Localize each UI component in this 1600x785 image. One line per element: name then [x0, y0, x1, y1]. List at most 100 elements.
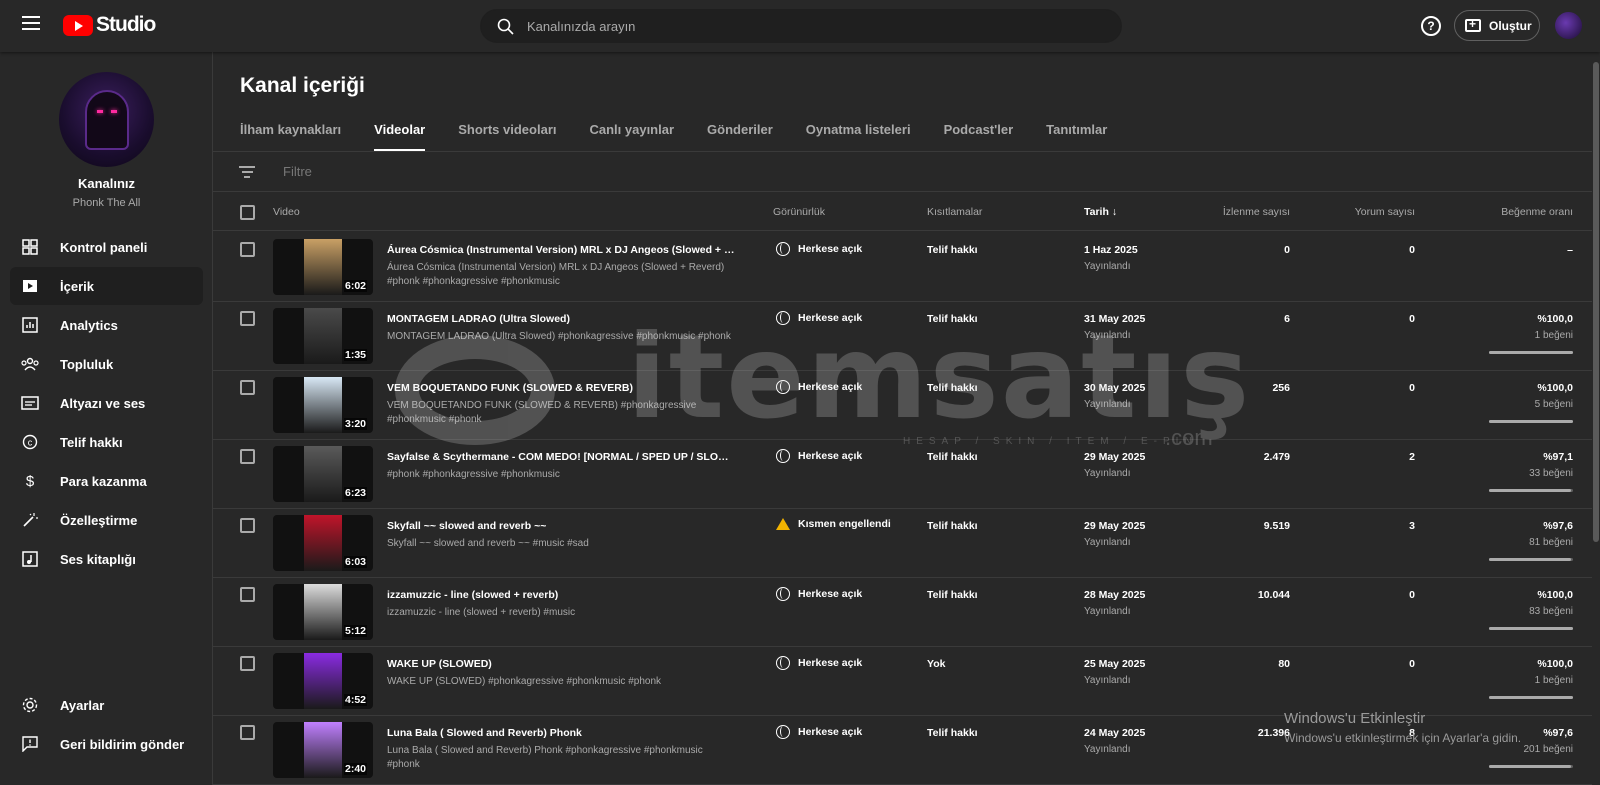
visibility-cell[interactable]: Herkese açık [776, 449, 862, 463]
account-avatar[interactable] [1555, 12, 1582, 39]
table-row[interactable]: 6:03 Skyfall ~~ slowed and reverb ~~ Skyfa… [213, 508, 1592, 578]
tab-live[interactable]: Canlı yayınlar [589, 122, 674, 152]
table-row[interactable]: 4:52 WAKE UP (SLOWED) WAKE UP (SLOWED) #ph… [213, 646, 1592, 716]
sidebar-item-label: Topluluk [60, 356, 114, 372]
likes-count: 5 beğeni [1534, 399, 1573, 410]
restriction-cell[interactable]: Telif hakkı [927, 520, 978, 532]
row-checkbox[interactable] [240, 656, 255, 671]
column-date[interactable]: Tarih ↓ [1084, 206, 1117, 218]
row-checkbox[interactable] [240, 380, 255, 395]
video-description: Áurea Cósmica (Instrumental Version) MRL… [387, 262, 725, 287]
sidebar-item-customization[interactable]: Özelleştirme [10, 501, 203, 539]
video-description: Skyfall ~~ slowed and reverb ~~ #music #… [387, 538, 589, 549]
video-title[interactable]: Skyfall ~~ slowed and reverb ~~ [387, 520, 737, 532]
video-title[interactable]: Sayfalse & Scythermane - COM MEDO! [NORM… [387, 451, 737, 463]
table-row[interactable]: 1:35 MONTAGEM LADRAO (Ultra Slowed) MONTAG… [213, 301, 1592, 371]
video-description: WAKE UP (SLOWED) #phonkagressive #phonkm… [387, 676, 662, 687]
video-thumbnail[interactable]: 1:35 [273, 308, 373, 364]
video-thumbnail[interactable]: 3:20 [273, 377, 373, 433]
restriction-cell[interactable]: Telif hakkı [927, 727, 978, 739]
filter-input[interactable] [283, 152, 459, 190]
video-title[interactable]: Luna Bala ( Slowed and Reverb) Phonk [387, 727, 737, 739]
column-like-rate[interactable]: Beğenme oranı [1463, 206, 1573, 218]
table-row[interactable]: 6:23 Sayfalse & Scythermane - COM MEDO! [… [213, 439, 1592, 509]
video-thumbnail[interactable]: 6:03 [273, 515, 373, 571]
sidebar-item-community[interactable]: Topluluk [10, 345, 203, 383]
video-thumbnail[interactable]: 4:52 [273, 653, 373, 709]
sidebar-item-monetization[interactable]: $ Para kazanma [10, 462, 203, 500]
filter-icon[interactable] [239, 166, 255, 181]
restriction-cell[interactable]: Yok [927, 658, 945, 670]
search-icon[interactable] [497, 18, 515, 36]
studio-logo[interactable]: Studio [63, 13, 156, 37]
video-thumbnail[interactable]: 6:02 [273, 239, 373, 295]
video-title[interactable]: Áurea Cósmica (Instrumental Version) MRL… [387, 244, 737, 256]
restriction-cell[interactable]: Telif hakkı [927, 313, 978, 325]
sidebar-item-audio-library[interactable]: Ses kitaplığı [10, 540, 203, 578]
visibility-cell[interactable]: Herkese açık [776, 242, 862, 256]
visibility-cell[interactable]: Kısmen engellendi [776, 518, 891, 530]
column-views[interactable]: İzlenme sayısı [1203, 206, 1290, 218]
menu-icon[interactable] [22, 16, 40, 30]
video-thumbnail[interactable]: 6:23 [273, 446, 373, 502]
video-thumbnail[interactable]: 2:40 [273, 722, 373, 778]
scrollbar[interactable] [1592, 52, 1600, 785]
content-tabs: İlham kaynakları Videolar Shorts videola… [240, 122, 1140, 152]
restriction-cell[interactable]: Telif hakkı [927, 589, 978, 601]
tab-videos[interactable]: Videolar [374, 122, 426, 152]
sidebar: Kanalınız Phonk The All Kontrol paneli İ… [0, 52, 213, 785]
visibility-cell[interactable]: Herkese açık [776, 380, 862, 394]
channel-avatar[interactable] [59, 72, 154, 167]
sidebar-item-feedback[interactable]: Geri bildirim gönder [10, 725, 203, 763]
tab-playlists[interactable]: Oynatma listeleri [806, 122, 911, 152]
video-title[interactable]: izzamuzzic - line (slowed + reverb) [387, 589, 737, 601]
video-title[interactable]: MONTAGEM LADRAO (Ultra Slowed) [387, 313, 737, 325]
sidebar-item-dashboard[interactable]: Kontrol paneli [10, 228, 203, 266]
table-row[interactable]: 5:12 izzamuzzic - line (slowed + reverb) i… [213, 577, 1592, 647]
column-video: Video [273, 206, 300, 218]
tab-inspiration[interactable]: İlham kaynakları [240, 122, 341, 152]
visibility-cell[interactable]: Herkese açık [776, 587, 862, 601]
date-cell: 29 May 2025 [1084, 451, 1146, 463]
likes-count: 1 beğeni [1534, 675, 1573, 686]
views-cell: 80 [1278, 658, 1290, 670]
restriction-cell[interactable]: Telif hakkı [927, 244, 978, 256]
column-restrictions[interactable]: Kısıtlamalar [927, 206, 982, 218]
sidebar-item-subtitles[interactable]: Altyazı ve ses [10, 384, 203, 422]
visibility-cell[interactable]: Herkese açık [776, 725, 862, 739]
globe-icon [776, 242, 790, 256]
video-title[interactable]: WAKE UP (SLOWED) [387, 658, 737, 670]
tab-promotions[interactable]: Tanıtımlar [1046, 122, 1107, 152]
search-input[interactable] [527, 10, 1087, 42]
scrollbar-thumb[interactable] [1593, 62, 1599, 542]
search-bar[interactable] [480, 9, 1122, 43]
restriction-cell[interactable]: Telif hakkı [927, 382, 978, 394]
sidebar-item-analytics[interactable]: Analytics [10, 306, 203, 344]
select-all-checkbox[interactable] [240, 205, 255, 220]
tab-shorts[interactable]: Shorts videoları [458, 122, 556, 152]
sidebar-item-content[interactable]: İçerik [10, 267, 203, 305]
visibility-cell[interactable]: Herkese açık [776, 311, 862, 325]
comments-cell: 0 [1409, 382, 1415, 394]
row-checkbox[interactable] [240, 311, 255, 326]
tab-podcasts[interactable]: Podcast'ler [944, 122, 1014, 152]
tab-posts[interactable]: Gönderiler [707, 122, 773, 152]
table-row[interactable]: 3:20 VEM BOQUETANDO FUNK (SLOWED & REVERB… [213, 370, 1592, 440]
create-button[interactable]: Oluştur [1454, 10, 1540, 41]
column-comments[interactable]: Yorum sayısı [1333, 206, 1415, 218]
help-icon[interactable]: ? [1421, 16, 1441, 36]
column-visibility[interactable]: Görünürlük [773, 206, 825, 218]
table-row[interactable]: 6:02 Áurea Cósmica (Instrumental Version)… [213, 232, 1592, 302]
sidebar-item-settings[interactable]: Ayarlar [10, 686, 203, 724]
row-checkbox[interactable] [240, 518, 255, 533]
row-checkbox[interactable] [240, 242, 255, 257]
sidebar-item-copyright[interactable]: c Telif hakkı [10, 423, 203, 461]
row-checkbox[interactable] [240, 725, 255, 740]
visibility-cell[interactable]: Herkese açık [776, 656, 862, 670]
row-checkbox[interactable] [240, 449, 255, 464]
video-thumbnail[interactable]: 5:12 [273, 584, 373, 640]
filter-bar [213, 152, 1592, 192]
row-checkbox[interactable] [240, 587, 255, 602]
video-title[interactable]: VEM BOQUETANDO FUNK (SLOWED & REVERB) [387, 382, 737, 394]
restriction-cell[interactable]: Telif hakkı [927, 451, 978, 463]
